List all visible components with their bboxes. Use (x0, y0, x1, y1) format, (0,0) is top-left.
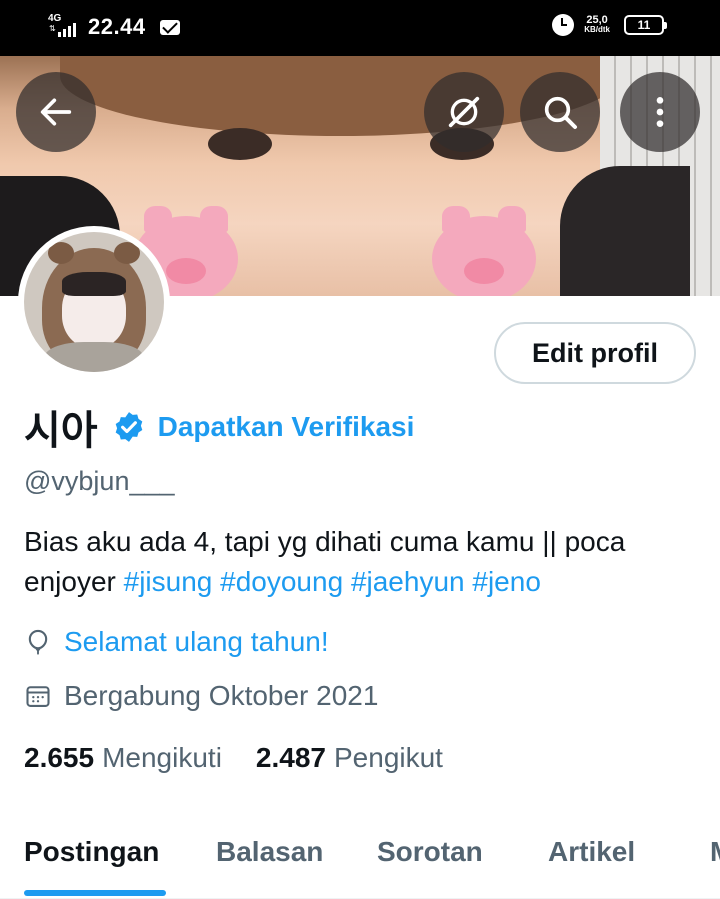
grok-icon (448, 96, 480, 128)
bio: Bias aku ada 4, tapi yg dihati cuma kamu… (24, 522, 704, 602)
avatar[interactable] (18, 226, 170, 378)
arrow-left-icon (40, 98, 72, 126)
profile-tabs: Postingan Balasan Sorotan Artikel M (0, 820, 720, 899)
following-label: Mengikuti (102, 742, 222, 773)
tab-articles[interactable]: Artikel (548, 836, 635, 868)
birthday-row: Selamat ulang tahun! (24, 626, 329, 658)
back-button[interactable] (16, 72, 96, 152)
mail-notification-icon (159, 19, 180, 35)
more-button[interactable] (620, 72, 700, 152)
joined-text: Bergabung Oktober 2021 (64, 680, 379, 711)
followers-link[interactable]: 2.487 Pengikut (256, 742, 443, 774)
alarm-icon (552, 14, 575, 36)
avatar-image (24, 232, 164, 372)
data-arrows-icon: ⇅ (49, 24, 56, 33)
following-count: 2.655 (24, 742, 95, 773)
status-bar: 4G ⇅ 22.44 25,0 KB/dtk 11 (0, 0, 720, 56)
network-speed: 25,0 KB/dtk (584, 14, 610, 35)
birthday-text[interactable]: Selamat ulang tahun! (64, 626, 329, 658)
edit-profile-button[interactable]: Edit profil (494, 322, 696, 384)
clock: 22.44 (88, 14, 146, 39)
followers-count: 2.487 (255, 742, 326, 773)
search-button[interactable] (520, 72, 600, 152)
pig-sticker (432, 206, 536, 296)
hashtag-link[interactable]: #jeno (472, 566, 541, 597)
tab-replies[interactable]: Balasan (216, 836, 323, 868)
tab-media[interactable]: M (710, 836, 720, 868)
balloon-icon (28, 629, 48, 655)
tab-highlights[interactable]: Sorotan (377, 836, 483, 868)
more-vertical-icon (656, 97, 664, 127)
followers-label: Pengikut (334, 742, 443, 773)
search-icon (544, 96, 577, 129)
get-verified-link[interactable]: Dapatkan Verifikasi (158, 411, 415, 443)
active-tab-indicator (24, 890, 166, 896)
battery-icon: 11 (624, 15, 667, 35)
hashtag-link[interactable]: #doyoung (220, 566, 343, 597)
follow-stats: 2.655 Mengikuti 2.487 Pengikut (24, 742, 477, 774)
status-right: 25,0 KB/dtk 11 (552, 14, 667, 36)
status-left: 4G ⇅ 22.44 (48, 13, 180, 40)
hashtag-link[interactable]: #jaehyun (351, 566, 465, 597)
signal-icon: 4G ⇅ (48, 13, 82, 39)
verified-badge-icon[interactable] (112, 410, 146, 444)
joined-row: Bergabung Oktober 2021 (24, 680, 378, 712)
grok-button[interactable] (424, 72, 504, 152)
tab-posts[interactable]: Postingan (24, 836, 159, 868)
hashtag-link[interactable]: #jisung (124, 566, 213, 597)
following-link[interactable]: 2.655 Mengikuti (24, 742, 222, 774)
calendar-icon (26, 686, 50, 707)
display-name: 시아 (24, 409, 98, 453)
username-handle: @vybjun___ (24, 466, 175, 496)
name-row: 시아 Dapatkan Verifikasi (24, 398, 414, 456)
